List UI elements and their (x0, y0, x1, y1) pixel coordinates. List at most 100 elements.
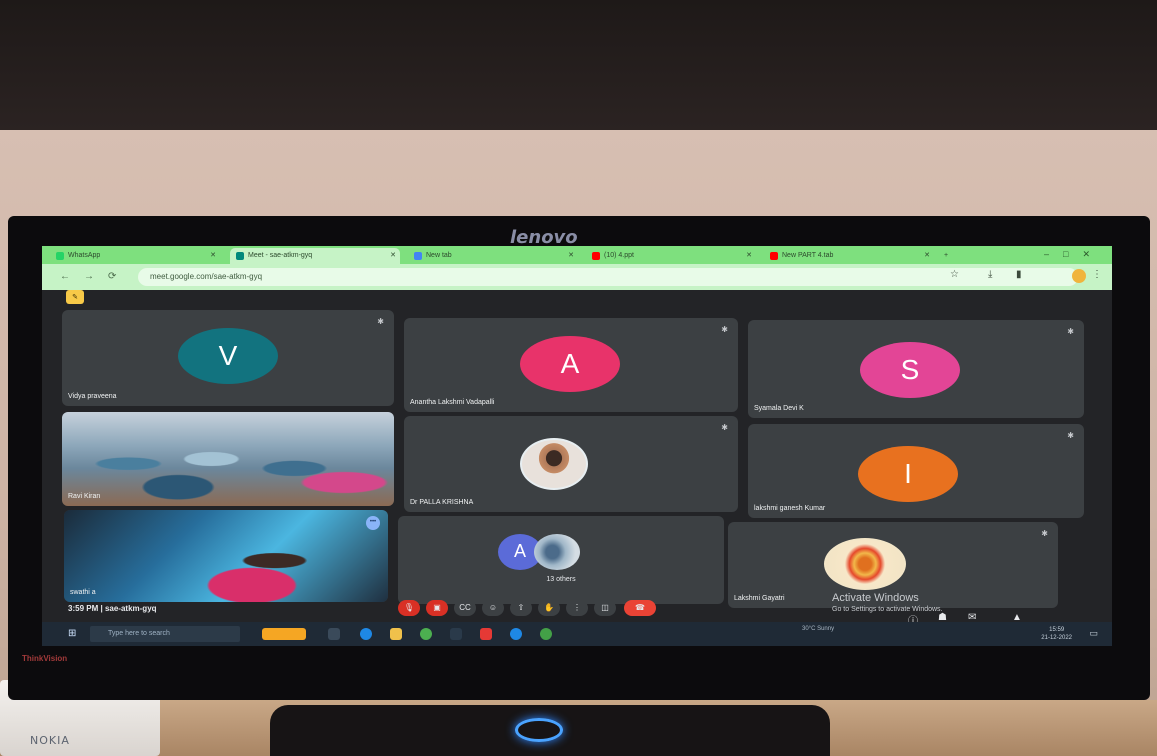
monitor-brand: lenovo (510, 227, 578, 248)
search-placeholder: Type here to search (108, 630, 170, 637)
close-icon[interactable]: ✕ (390, 251, 396, 259)
profile-avatar[interactable] (1072, 269, 1086, 283)
task-view-icon[interactable] (328, 628, 340, 640)
back-icon[interactable]: ← (60, 271, 70, 282)
youtube-icon (770, 252, 778, 260)
chrome-icon (414, 252, 422, 260)
menu-icon[interactable]: ⋮ (1092, 269, 1102, 280)
taskbar-clock[interactable]: 15:59 21-12-2022 (1041, 626, 1072, 642)
participant-name: Anantha Lakshmi Vadapalli (410, 399, 495, 406)
meeting-info: 3:59 PM | sae-atkm-gyq (68, 604, 157, 613)
stand-light-ring (515, 718, 563, 742)
weather-widget[interactable]: 30°C Sunny (802, 626, 834, 632)
taskbar-search[interactable]: Type here to search (90, 626, 240, 642)
address-bar[interactable]: meet.google.com/sae-atkm-gyq (138, 268, 1078, 286)
tab-label: (10) 4.ppt (604, 252, 634, 259)
participant-video (64, 510, 388, 602)
participant-tile[interactable]: I ✱ lakshmi ganesh Kumar (748, 424, 1084, 518)
mic-off-icon: ✱ (1041, 529, 1048, 538)
meeting-time: 3:59 PM (68, 604, 99, 613)
mic-toggle-button[interactable]: 🎙 (398, 600, 420, 616)
tab-whatsapp[interactable]: WhatsApp ✕ (50, 248, 220, 264)
raise-hand-button[interactable]: ✋ (538, 600, 560, 616)
tab-label: New PART 4.tab (782, 252, 834, 259)
participant-name: lakshmi ganesh Kumar (754, 505, 826, 512)
participant-tile[interactable]: V ✱ Vidya praveena (62, 310, 394, 406)
present-button[interactable]: ⇧ (510, 600, 532, 616)
participant-name: Syamala Devi K (754, 405, 804, 412)
edge-icon[interactable] (360, 628, 372, 640)
meet-stage: ✎ V ✱ Vidya praveena A ✱ Anantha Lakshmi… (42, 290, 1112, 627)
participant-name: Lakshmi Gayatri (734, 595, 785, 602)
activate-windows-watermark: Activate Windows Go to Settings to activ… (832, 592, 943, 613)
chrome-icon[interactable] (540, 628, 552, 640)
meet-icon (236, 252, 244, 260)
participant-tile[interactable]: Ravi Kiran (62, 412, 394, 506)
participant-avatar: I (858, 446, 958, 502)
windows-start-icon[interactable]: ⊞ (68, 628, 76, 639)
more-options-button[interactable]: ⋮ (566, 600, 588, 616)
background-wall-dark (0, 0, 1157, 130)
others-tile[interactable]: A 13 others (398, 516, 724, 604)
participant-tile[interactable]: ••• swathi a (64, 510, 388, 602)
meet-notification-badge[interactable]: ✎ (66, 290, 84, 304)
participant-photo (520, 438, 588, 490)
download-icon[interactable]: ⤓ (988, 269, 992, 280)
participant-avatar: V (178, 328, 278, 384)
whatsapp-icon (56, 252, 64, 260)
close-icon[interactable]: ✕ (924, 251, 930, 259)
mic-off-icon: ✱ (721, 325, 728, 334)
participant-tile[interactable]: ✱ Dr PALLA KRISHNA (404, 416, 738, 512)
tab-label: WhatsApp (68, 252, 101, 259)
youtube-icon (592, 252, 600, 260)
screen: WhatsApp ✕ Meet - sae-atkm-gyq ✕ New tab… (42, 246, 1112, 646)
participant-avatar: A (520, 336, 620, 392)
mic-off-icon: ✱ (721, 423, 728, 432)
browser-toolbar: ← → ⟳ meet.google.com/sae-atkm-gyq ☆ ⤓ ▮… (42, 264, 1112, 290)
widget-icon[interactable] (262, 628, 306, 640)
file-explorer-icon[interactable] (390, 628, 402, 640)
sidepanel-icon[interactable]: ▮ (1016, 269, 1022, 280)
participant-name: Vidya praveena (68, 393, 117, 400)
youtube-icon[interactable] (480, 628, 492, 640)
windows-taskbar: ⊞ Type here to search 30°C Sunny 15:59 2… (42, 622, 1112, 646)
participant-photo (534, 534, 580, 570)
tab-label: New tab (426, 252, 452, 259)
browser-tab-bar: WhatsApp ✕ Meet - sae-atkm-gyq ✕ New tab… (42, 246, 1112, 264)
store-icon[interactable] (450, 628, 462, 640)
leave-call-button[interactable]: ☎ (624, 600, 656, 616)
mic-off-icon: ✱ (1067, 327, 1074, 336)
notification-icon[interactable]: ▭ (1089, 628, 1098, 639)
participant-video (62, 412, 394, 506)
star-icon[interactable]: ☆ (950, 269, 959, 280)
window-controls[interactable]: –□✕ (1044, 249, 1104, 260)
chrome-icon[interactable] (420, 628, 432, 640)
participant-name: Dr PALLA KRISHNA (410, 499, 474, 506)
participant-name: Ravi Kiran (68, 493, 101, 500)
tab-youtube-1[interactable]: (10) 4.ppt ✕ (586, 248, 756, 264)
close-icon[interactable]: ✕ (210, 251, 216, 259)
monitor-model-badge: ThinkVision (22, 654, 68, 663)
reactions-button[interactable]: ☺ (482, 600, 504, 616)
others-count: 13 others (546, 576, 576, 583)
tab-meet[interactable]: Meet - sae-atkm-gyq ✕ (230, 248, 400, 264)
participant-logo (824, 538, 906, 590)
captions-button[interactable]: CC (454, 600, 476, 616)
activities-button[interactable]: ◫ (594, 600, 616, 616)
url-text: meet.google.com/sae-atkm-gyq (150, 272, 263, 281)
forward-icon[interactable]: → (84, 271, 94, 282)
tab-label: Meet - sae-atkm-gyq (248, 252, 313, 259)
tab-new-tab[interactable]: New tab ✕ (408, 248, 578, 264)
app-icon[interactable] (510, 628, 522, 640)
participant-avatar: S (860, 342, 960, 398)
new-tab-button[interactable]: + (938, 248, 958, 264)
tab-youtube-2[interactable]: New PART 4.tab ✕ (764, 248, 934, 264)
mic-off-icon: ✱ (1067, 431, 1074, 440)
close-icon[interactable]: ✕ (568, 251, 574, 259)
participant-tile[interactable]: S ✱ Syamala Devi K (748, 320, 1084, 418)
participant-tile[interactable]: A ✱ Anantha Lakshmi Vadapalli (404, 318, 738, 412)
camera-toggle-button[interactable]: ▣ (426, 600, 448, 616)
close-icon[interactable]: ✕ (746, 251, 752, 259)
reload-icon[interactable]: ⟳ (108, 271, 116, 282)
speaking-indicator-icon: ••• (366, 516, 380, 530)
